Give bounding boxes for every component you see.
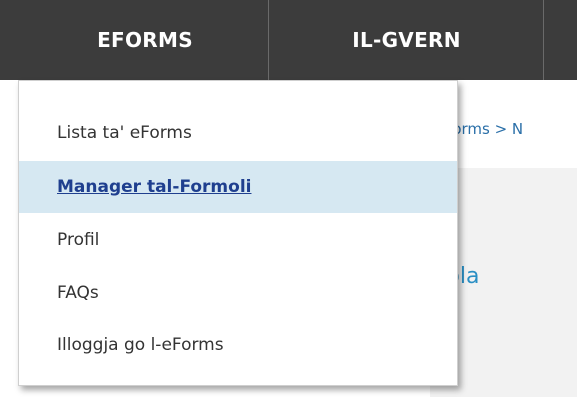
menu-item-lista-eforms[interactable]: Lista ta' eForms	[19, 107, 457, 159]
menu-item-illoggja[interactable]: Illoggja go l-eForms	[19, 319, 457, 371]
top-navigation-bar: EFORMS IL-GVERN	[0, 0, 577, 80]
eforms-dropdown-menu: Lista ta' eForms Manager tal-Formoli Pro…	[18, 80, 458, 386]
menu-item-faqs[interactable]: FAQs	[19, 267, 457, 319]
nav-item-next[interactable]	[545, 0, 577, 80]
nav-item-il-gvern[interactable]: IL-GVERN	[270, 0, 544, 80]
menu-item-manager-formoli[interactable]: Manager tal-Formoli	[19, 161, 457, 213]
menu-item-profil[interactable]: Profil	[19, 214, 457, 266]
nav-item-eforms[interactable]: EFORMS	[22, 0, 269, 80]
